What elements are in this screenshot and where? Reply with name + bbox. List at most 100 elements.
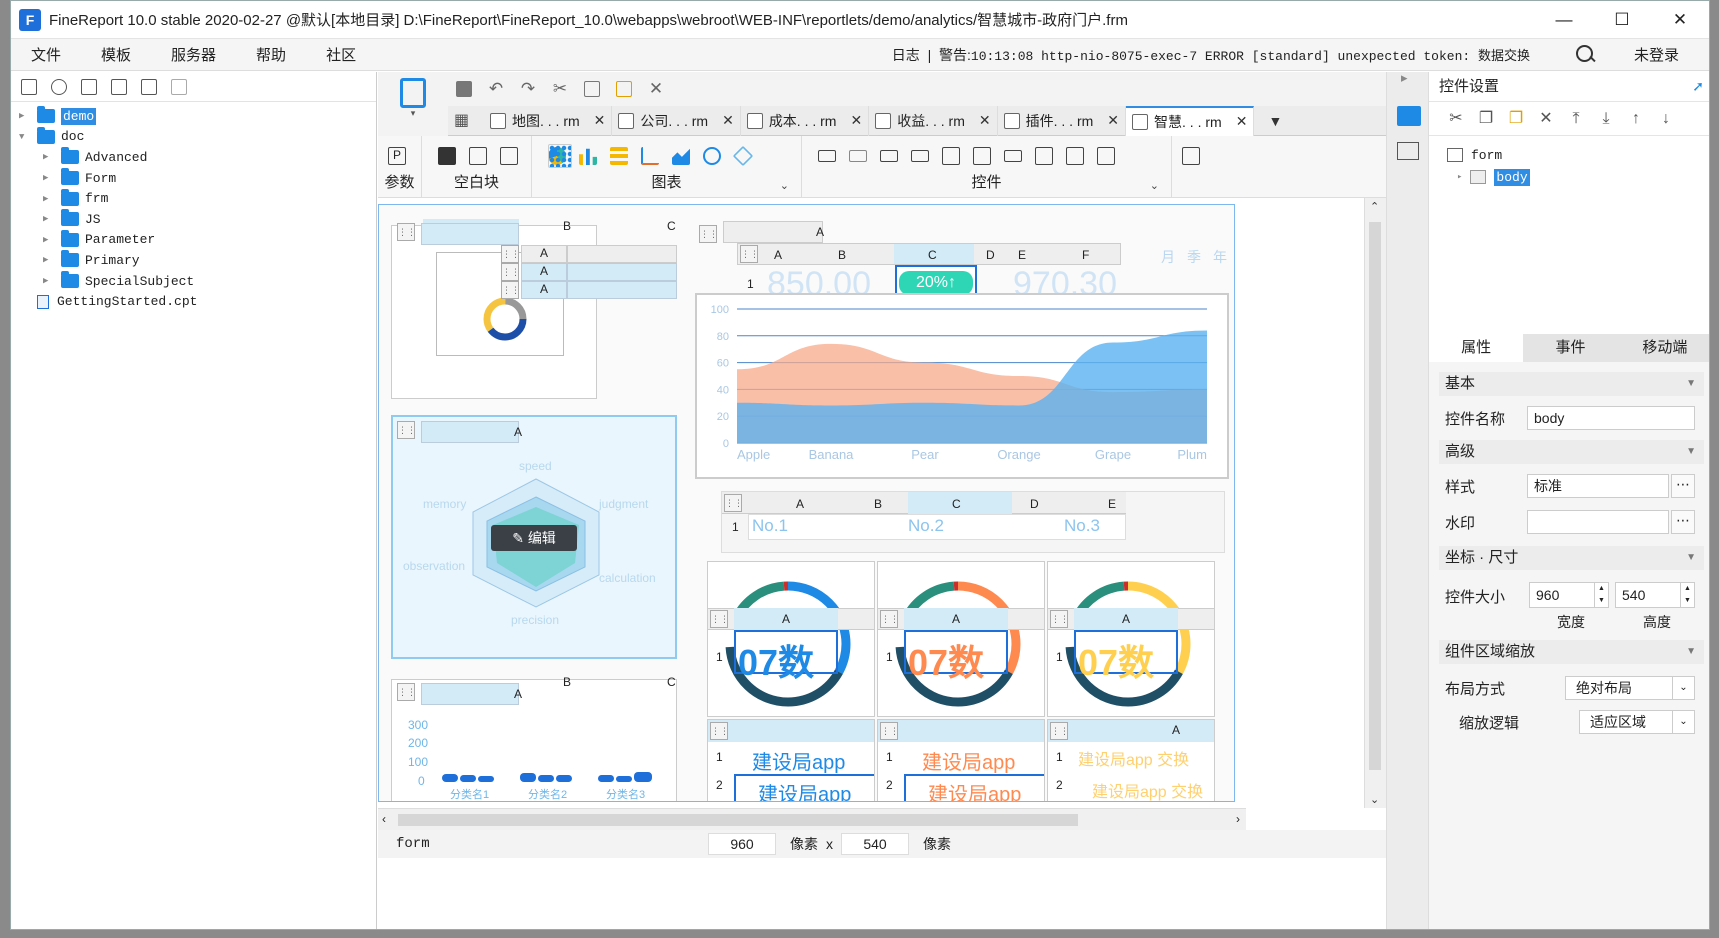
copy-icon[interactable] (171, 78, 187, 95)
tree-node[interactable]: ▶ SpecialSubject (11, 271, 376, 292)
tab-close-icon[interactable]: ✕ (722, 112, 734, 129)
close-button[interactable]: ✕ (1651, 1, 1709, 39)
tree-node-body[interactable]: ▸ body (1447, 166, 1709, 188)
zoom-select[interactable]: 适应区域 ⌄ (1579, 710, 1695, 734)
preview-icon[interactable] (1182, 147, 1200, 165)
textarea-control-icon[interactable] (1035, 147, 1053, 165)
tree-node[interactable]: ▼ doc (11, 126, 376, 148)
chart-more-icon[interactable]: ⌄ (780, 179, 789, 192)
drag-handle-icon[interactable]: ⋮⋮ (1050, 610, 1069, 628)
edit-button[interactable]: ✎ 编辑 (491, 525, 577, 551)
undo-icon[interactable]: ↶ (488, 80, 504, 97)
control-more-icon[interactable]: ⌄ (1150, 179, 1159, 192)
delete-icon[interactable]: ✕ (1537, 110, 1555, 128)
link-text[interactable]: 建设局app (752, 746, 845, 775)
tab-close-icon[interactable]: ✕ (594, 112, 606, 129)
period-year[interactable]: 年 (1213, 247, 1227, 267)
copy-icon[interactable]: ❐ (1477, 110, 1495, 128)
tab-close-icon[interactable]: ✕ (1236, 113, 1248, 130)
text-control-icon[interactable] (880, 150, 898, 162)
drag-handle-icon[interactable]: ⋮⋮ (397, 223, 416, 241)
tree-node[interactable]: ▶ demo (11, 106, 376, 127)
paste-icon[interactable]: ❐ (1507, 110, 1525, 128)
drag-handle-icon[interactable]: ⋮⋮ (501, 245, 520, 263)
gauge-widget[interactable]: ⋮⋮ A 1 07数 (707, 561, 875, 717)
label-control-icon[interactable] (849, 150, 867, 162)
vertical-scrollbar[interactable]: ⌃ ⌄ (1364, 198, 1386, 808)
search-icon[interactable] (1574, 44, 1596, 66)
tree-node[interactable]: ▶ JS (11, 209, 376, 230)
collapsed-arrow-icon[interactable]: ▶ (43, 214, 53, 224)
checkbox-control-icon[interactable] (1097, 147, 1115, 165)
collapsed-arrow-icon[interactable]: ▶ (43, 173, 53, 183)
tab-attributes[interactable]: 属性 (1429, 334, 1524, 362)
canvas-height-input[interactable]: 540 (841, 833, 909, 855)
save-icon[interactable] (456, 81, 472, 97)
period-month[interactable]: 月 (1161, 247, 1175, 267)
collapsed-arrow-icon[interactable]: ▶ (43, 152, 53, 162)
template-tab[interactable]: 插件. . . rm ✕ (998, 105, 1127, 136)
line-chart-icon[interactable] (641, 147, 659, 165)
tree-node[interactable]: GettingStarted.cpt (11, 291, 376, 312)
section-zoom[interactable]: 组件区域缩放 ▼ (1439, 640, 1704, 664)
move-bottom-icon[interactable]: ⤓ (1597, 110, 1615, 128)
gauge-widget[interactable]: ⋮⋮ A 1 07数 (877, 561, 1045, 717)
template-tab[interactable]: 公司. . . rm ✕ (612, 105, 741, 136)
collapsed-arrow-icon[interactable]: ▶ (43, 255, 53, 265)
combo-control-icon[interactable] (911, 150, 929, 162)
template-tab[interactable]: 成本. . . rm ✕ (741, 105, 870, 136)
drag-handle-icon[interactable]: ⋮⋮ (1050, 722, 1069, 740)
tree-node[interactable]: ▶ Form (11, 168, 376, 189)
area-chart-icon[interactable] (672, 148, 690, 165)
tab-list-icon[interactable]: ▼ (1268, 113, 1282, 129)
name-input[interactable]: body (1527, 406, 1695, 430)
gauge-widget[interactable]: ⋮⋮ A 1 07数 (1047, 561, 1215, 717)
grid-icon[interactable]: ▦ (454, 112, 478, 129)
new-folder-icon[interactable] (21, 78, 37, 95)
menu-template[interactable]: 模板 (81, 44, 151, 65)
layout-select[interactable]: 绝对布局 ⌄ (1565, 676, 1695, 700)
minimize-button[interactable]: — (1535, 1, 1593, 39)
width-stepper[interactable]: 960 ▲ ▼ (1529, 582, 1609, 608)
tab-close-icon[interactable]: ✕ (1107, 112, 1119, 129)
expanded-arrow-icon[interactable]: ▼ (19, 132, 29, 142)
radar-chart-icon[interactable] (732, 145, 754, 167)
period-quarter[interactable]: 季 (1187, 247, 1201, 267)
refresh-icon[interactable] (51, 78, 67, 95)
menu-help[interactable]: 帮助 (236, 44, 306, 65)
form-canvas[interactable]: ⋮⋮ B C ⋮⋮ A ⋮⋮ A ⋮⋮ A speed judgment cal… (378, 204, 1235, 802)
maximize-button[interactable]: ☐ (1593, 1, 1651, 39)
delete-icon[interactable] (141, 78, 157, 95)
tab-close-icon[interactable]: ✕ (979, 112, 991, 129)
copy-icon[interactable] (584, 81, 600, 97)
link-text[interactable]: 建设局app (758, 778, 851, 801)
pin-icon[interactable]: ➚ (1692, 78, 1704, 95)
move-down-icon[interactable]: ↓ (1657, 110, 1675, 128)
param-icon[interactable]: P (388, 147, 406, 165)
collapsed-arrow-icon[interactable]: ▶ (43, 276, 53, 286)
hbar-chart-icon[interactable] (610, 147, 628, 165)
drag-handle-icon[interactable]: ⋮⋮ (397, 421, 416, 439)
drag-handle-icon[interactable]: ⋮⋮ (724, 494, 743, 512)
height-stepper[interactable]: 540 ▲ ▼ (1615, 582, 1695, 608)
date-control-icon[interactable] (973, 147, 991, 165)
cut-icon[interactable]: ✂ (1447, 110, 1465, 128)
tree-node-form[interactable]: form (1447, 144, 1709, 166)
link-text[interactable]: 建设局app (928, 778, 1021, 801)
tab-events[interactable]: 事件 (1523, 334, 1617, 362)
tree-node[interactable]: ▶ Advanced (11, 147, 376, 168)
ranking-widget[interactable]: ⋮⋮ A B C D E 1 No.1 No.2 No.3 (721, 491, 1225, 553)
number-control-icon[interactable] (1004, 150, 1022, 162)
menu-community[interactable]: 社区 (306, 44, 376, 65)
drag-handle-icon[interactable]: ⋮⋮ (397, 683, 416, 701)
drag-handle-icon[interactable]: ⋮⋮ (501, 263, 520, 281)
settings-icon[interactable] (111, 78, 127, 95)
delete-icon[interactable]: ✕ (648, 80, 664, 97)
absolute-block-icon[interactable] (500, 147, 518, 165)
link-text[interactable]: 建设局app 交换 (1078, 746, 1189, 770)
move-up-icon[interactable]: ↑ (1627, 110, 1645, 128)
scatter-chart-icon[interactable] (548, 144, 572, 168)
template-tab[interactable]: 收益. . . rm ✕ (869, 105, 998, 136)
section-basic[interactable]: 基本 ▼ (1439, 372, 1704, 396)
section-size[interactable]: 坐标 · 尺寸 ▼ (1439, 546, 1704, 570)
